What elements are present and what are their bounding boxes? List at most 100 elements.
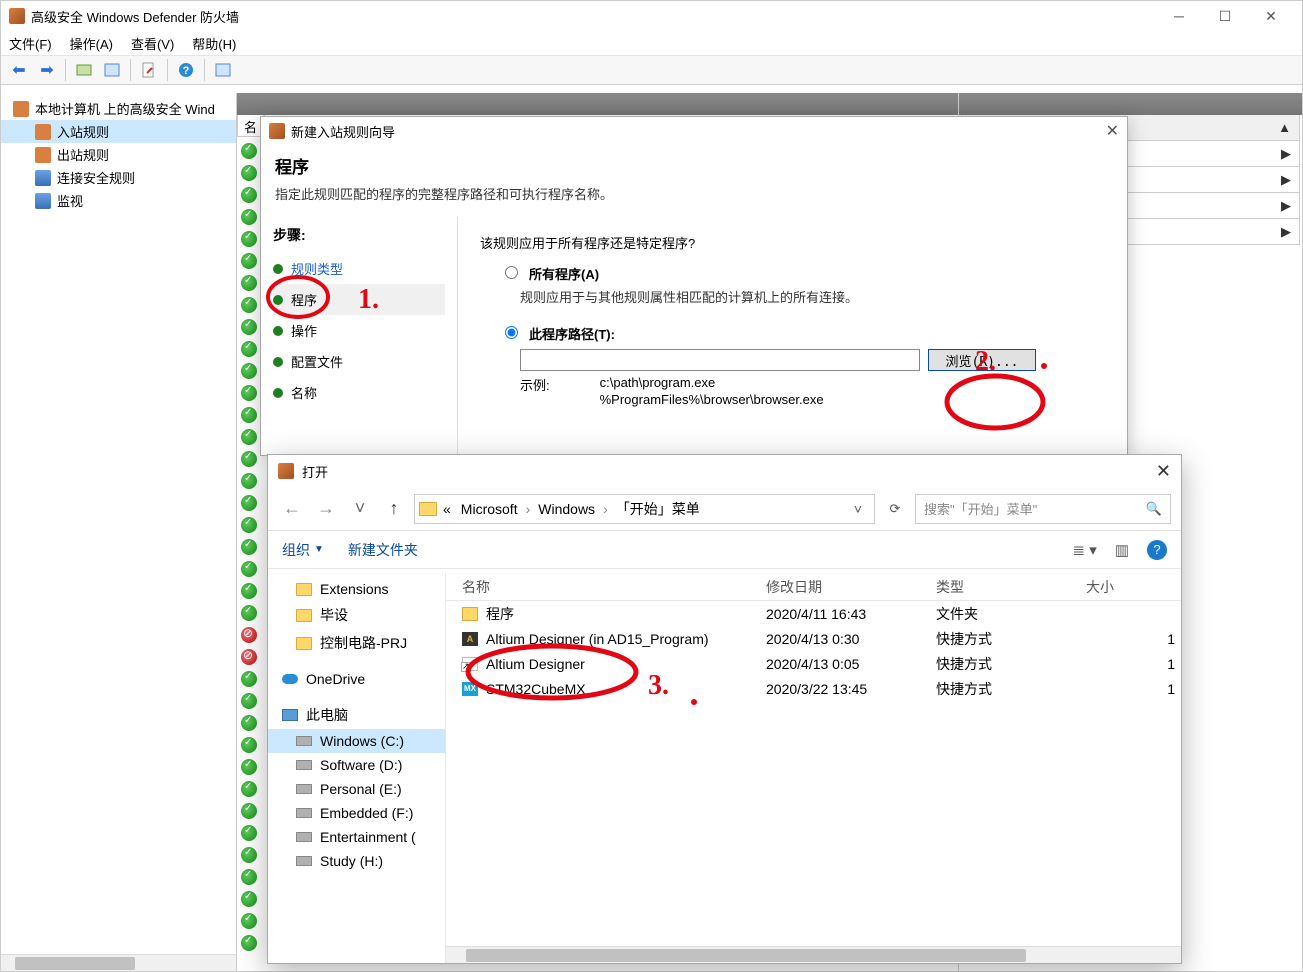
- file-row-altium[interactable]: Altium Designer 2020/4/13 0:05 快捷方式 1: [446, 651, 1181, 676]
- help-button[interactable]: ?: [1147, 540, 1167, 560]
- side-drive-c[interactable]: Windows (C:): [268, 729, 445, 753]
- wizard-title: 新建入站规则向导: [291, 122, 395, 141]
- tb-icon-4[interactable]: [211, 58, 235, 82]
- minimize-button[interactable]: ─: [1156, 1, 1202, 31]
- option-all-programs[interactable]: 所有程序(A): [500, 264, 1105, 283]
- col-size[interactable]: 大小: [1086, 577, 1181, 597]
- drive-icon: [296, 808, 312, 818]
- tree-monitor[interactable]: 监视: [1, 189, 236, 212]
- tb-icon-1[interactable]: [72, 58, 96, 82]
- tree-scrollbar[interactable]: [1, 954, 236, 971]
- bc-microsoft[interactable]: Microsoft: [457, 501, 522, 517]
- nav-recent-button[interactable]: ˅: [346, 495, 374, 523]
- firewall-icon: [13, 101, 29, 117]
- file-list-scrollbar[interactable]: [446, 946, 1181, 963]
- fileopen-toolbar: 组织▼ 新建文件夹 ≣ ▾ ▥ ?: [268, 531, 1181, 569]
- status-allowed-icon: [241, 407, 257, 423]
- preview-pane-button[interactable]: ▥: [1115, 541, 1129, 559]
- side-drive-f[interactable]: Embedded (F:): [268, 801, 445, 825]
- help-icon[interactable]: ?: [174, 58, 198, 82]
- maximize-button[interactable]: ☐: [1202, 1, 1248, 31]
- status-allowed-icon: [241, 143, 257, 159]
- status-allowed-icon: [241, 165, 257, 181]
- menu-view[interactable]: 查看(V): [131, 34, 174, 53]
- tb-icon-3[interactable]: [137, 58, 161, 82]
- side-thispc[interactable]: 此电脑: [268, 701, 445, 729]
- radio-all-programs[interactable]: [505, 266, 518, 279]
- chevron-right-icon: ›: [524, 501, 533, 517]
- step-program[interactable]: 程序: [273, 284, 445, 315]
- option-this-program[interactable]: 此程序路径(T):: [500, 324, 1105, 343]
- status-allowed-icon: [241, 891, 257, 907]
- bc-startmenu[interactable]: 「开始」菜单: [612, 499, 704, 519]
- status-allowed-icon: [241, 693, 257, 709]
- tree-outbound-rules[interactable]: 出站规则: [1, 143, 236, 166]
- step-rule-type[interactable]: 规则类型: [273, 253, 445, 284]
- program-path-input[interactable]: [520, 349, 920, 371]
- folder-icon: [296, 637, 312, 650]
- status-allowed-icon: [241, 451, 257, 467]
- browse-button[interactable]: 浏览(R)...: [928, 349, 1036, 371]
- step-action[interactable]: 操作: [273, 315, 445, 346]
- col-type[interactable]: 类型: [936, 577, 1086, 597]
- fileopen-close-button[interactable]: ✕: [1156, 461, 1171, 482]
- search-box[interactable]: 搜索"「开始」菜单" 🔍: [915, 494, 1171, 524]
- forward-button[interactable]: ➡: [35, 58, 59, 82]
- step-profile[interactable]: 配置文件: [273, 346, 445, 377]
- back-button[interactable]: ⬅: [7, 58, 31, 82]
- status-allowed-icon: [241, 605, 257, 621]
- tree-connection-security[interactable]: 连接安全规则: [1, 166, 236, 189]
- drive-icon: [296, 856, 312, 866]
- side-folder-control[interactable]: 控制电路-PRJ: [268, 629, 445, 657]
- firewall-icon: [269, 123, 285, 139]
- toolbar-separator: [130, 59, 131, 81]
- breadcrumb-dropdown[interactable]: ˅: [846, 501, 870, 517]
- status-allowed-icon: [241, 869, 257, 885]
- wizard-close-button[interactable]: ✕: [1106, 121, 1119, 141]
- side-drive-d[interactable]: Software (D:): [268, 753, 445, 777]
- side-folder-extensions[interactable]: Extensions: [268, 577, 445, 601]
- file-row-altium-ad15[interactable]: AAltium Designer (in AD15_Program) 2020/…: [446, 626, 1181, 651]
- menu-action[interactable]: 操作(A): [70, 34, 113, 53]
- file-row-programs[interactable]: 程序 2020/4/11 16:43 文件夹: [446, 601, 1181, 626]
- fileopen-title: 打开: [302, 462, 328, 481]
- side-folder-bishe[interactable]: 毕设: [268, 601, 445, 629]
- breadcrumb[interactable]: « Microsoft › Windows › 「开始」菜单 ˅: [414, 494, 875, 524]
- menu-help[interactable]: 帮助(H): [192, 34, 236, 53]
- nav-back-button[interactable]: ←: [278, 495, 306, 523]
- new-folder-button[interactable]: 新建文件夹: [348, 540, 418, 560]
- option-all-desc: 规则应用于与其他规则属性相匹配的计算机上的所有连接。: [520, 287, 1105, 306]
- side-drive-e[interactable]: Personal (E:): [268, 777, 445, 801]
- side-drive-h[interactable]: Study (H:): [268, 849, 445, 873]
- close-button[interactable]: ✕: [1248, 1, 1294, 31]
- status-allowed-icon: [241, 319, 257, 335]
- bc-windows[interactable]: Windows: [534, 501, 599, 517]
- side-onedrive[interactable]: OneDrive: [268, 667, 445, 691]
- status-allowed-icon: [241, 209, 257, 225]
- altium-icon: A: [462, 632, 478, 646]
- status-allowed-icon: [241, 935, 257, 951]
- step-name[interactable]: 名称: [273, 377, 445, 408]
- window-controls: ─ ☐ ✕: [1156, 1, 1294, 31]
- col-date[interactable]: 修改日期: [766, 577, 936, 597]
- svg-text:?: ?: [183, 65, 190, 77]
- nav-up-button[interactable]: ↑: [380, 495, 408, 523]
- steps-label: 步骤:: [273, 225, 445, 245]
- col-name[interactable]: 名称: [446, 577, 766, 597]
- file-row-stm32cube[interactable]: MXSTM32CubeMX 2020/3/22 13:45 快捷方式 1: [446, 676, 1181, 701]
- side-drive-g[interactable]: Entertainment (: [268, 825, 445, 849]
- tb-icon-2[interactable]: [100, 58, 124, 82]
- bc-ellipsis[interactable]: «: [439, 501, 455, 517]
- organize-button[interactable]: 组织▼: [282, 540, 324, 560]
- step-dot-icon: [273, 357, 283, 367]
- tree-inbound-rules[interactable]: 入站规则: [1, 120, 236, 143]
- file-list-header: 名称 修改日期 类型 大小: [446, 573, 1181, 601]
- tree-root[interactable]: 本地计算机 上的高级安全 Wind: [1, 97, 236, 120]
- status-allowed-icon: [241, 231, 257, 247]
- view-mode-button[interactable]: ≣ ▾: [1073, 541, 1097, 559]
- menu-file[interactable]: 文件(F): [9, 34, 52, 53]
- radio-this-program[interactable]: [505, 326, 518, 339]
- refresh-button[interactable]: ⟳: [881, 495, 909, 523]
- step-dot-icon: [273, 388, 283, 398]
- nav-forward-button[interactable]: →: [312, 495, 340, 523]
